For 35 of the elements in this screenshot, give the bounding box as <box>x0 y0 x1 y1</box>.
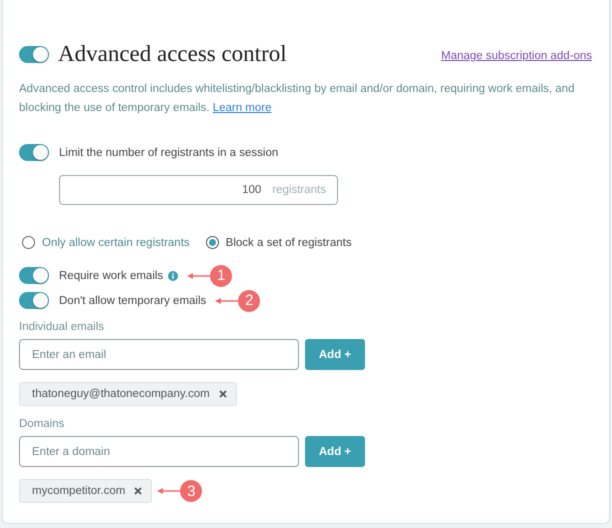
arrow-icon <box>186 272 210 280</box>
manage-add-ons-link[interactable]: Manage subscription add-ons <box>441 50 592 62</box>
description-text: Advanced access control includes whitelisting/blacklisting by email and/or domain, requiring work emails, and blocking the use of temporary emails. Learn more <box>19 82 576 116</box>
input-field[interactable]: Enter an email <box>19 339 299 370</box>
toggle-switch[interactable] <box>19 292 49 309</box>
tag-text: mycompetitor.com <box>32 485 126 497</box>
info-icon[interactable] <box>168 270 178 280</box>
add-button[interactable]: Add + <box>305 436 365 467</box>
close-icon[interactable] <box>134 487 142 495</box>
callout-number: 1 <box>210 264 232 286</box>
arrow-icon <box>156 487 180 495</box>
radio-label: Only allow certain registrants <box>42 236 190 248</box>
input-field[interactable]: Enter a domain <box>19 436 299 467</box>
radio-label: Block a set of registrants <box>226 236 352 248</box>
arrow-icon <box>214 296 238 304</box>
close-icon[interactable] <box>218 390 227 398</box>
toggle-switch[interactable] <box>19 267 49 284</box>
add-button[interactable]: Add + <box>305 339 365 370</box>
toggle-switch[interactable] <box>19 144 49 161</box>
toggle-label: Don't allow temporary emails <box>59 294 206 306</box>
section-title: Advanced access control <box>58 41 287 67</box>
callout-number: 3 <box>180 480 202 502</box>
callout-number: 2 <box>238 290 260 312</box>
section-label: Individual emails <box>19 321 106 333</box>
limit-value: 100 <box>242 184 262 196</box>
unit-label: registrants <box>272 184 326 196</box>
toggle-switch[interactable] <box>19 46 49 62</box>
tag-text: thatoneguy@thatonecompany.com <box>32 388 210 400</box>
section-label: Domains <box>19 418 66 430</box>
toggle-label: Require work emails <box>59 270 164 282</box>
radio-button[interactable] <box>206 236 219 249</box>
toggle-label: Limit the number of registrants in a session <box>59 146 278 158</box>
learn-more-link[interactable]: Learn more <box>212 102 272 114</box>
registrant-limit-field[interactable]: 100 registrants <box>59 175 338 205</box>
radio-button[interactable] <box>22 236 35 249</box>
